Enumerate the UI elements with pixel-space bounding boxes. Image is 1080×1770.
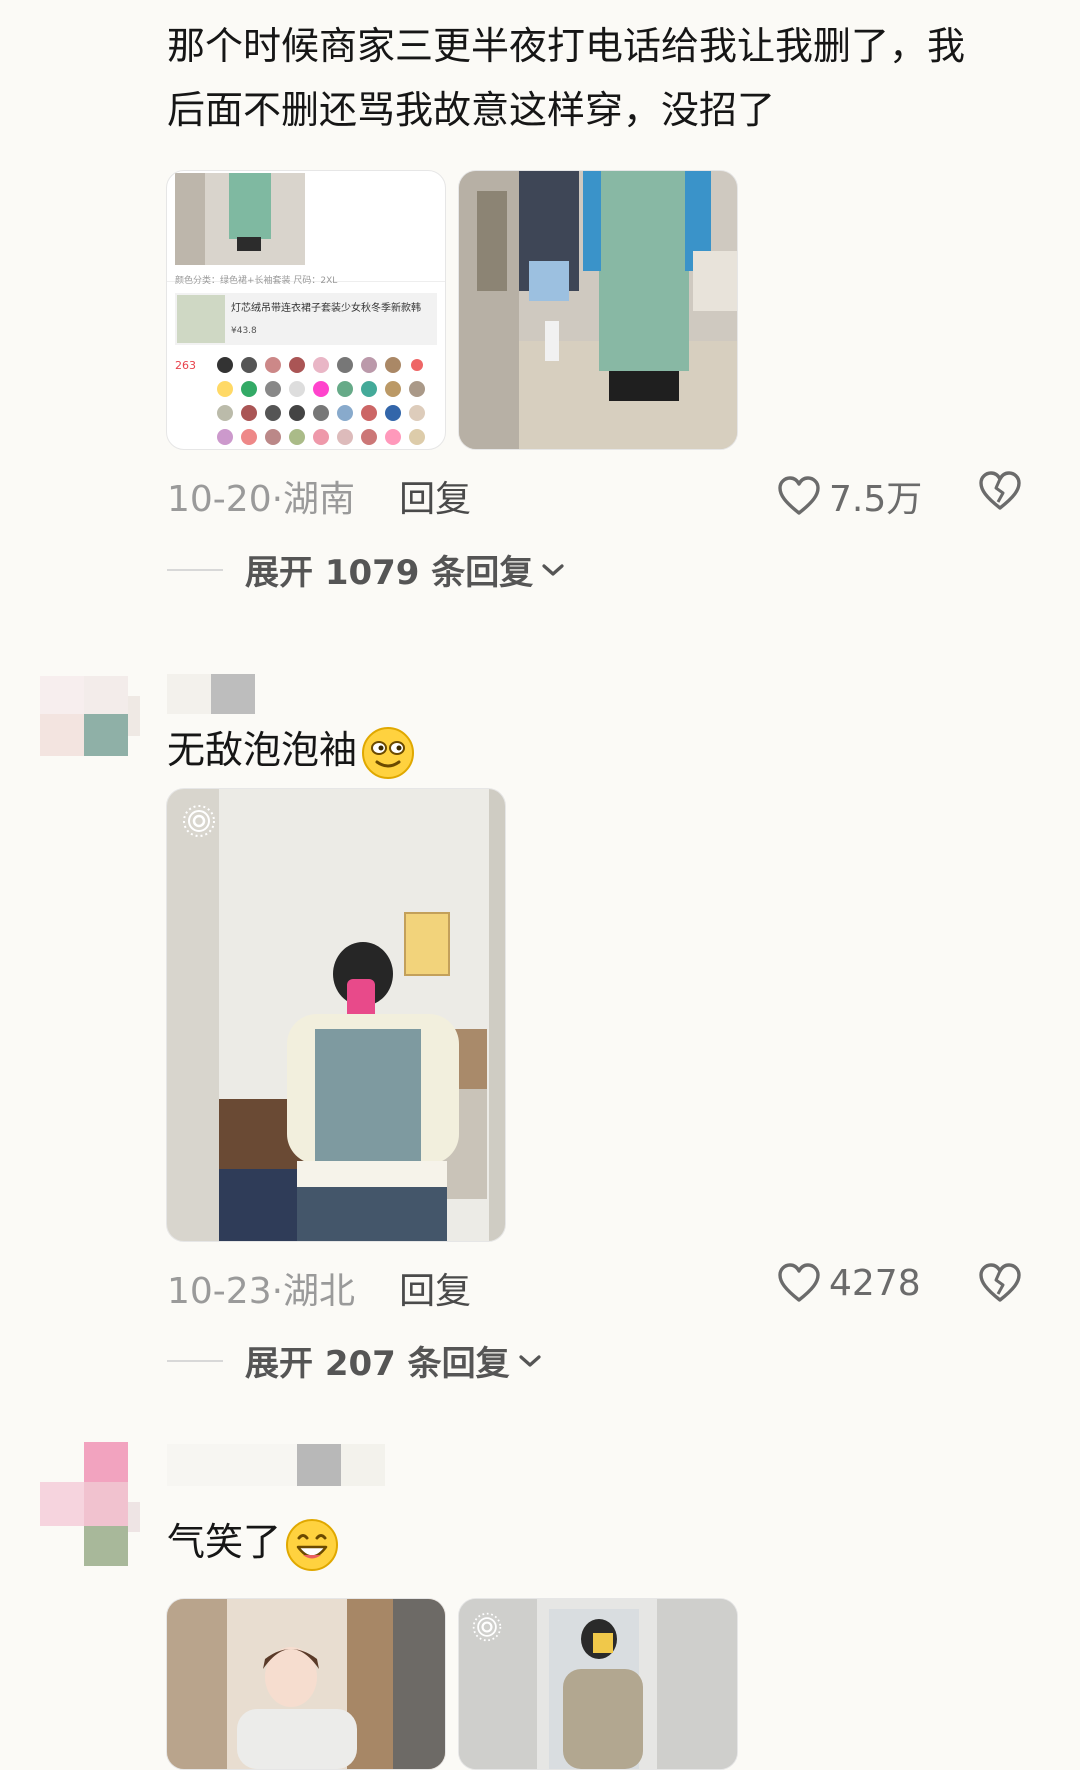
screenshot-product-title: 灯芯绒吊带连衣裙子套装少女秋冬季新款韩 <box>231 301 421 314</box>
comment-image-shop-screenshot[interactable]: 颜色分类：绿色裙+长袖套装 尺码：2XL 灯芯绒吊带连衣裙子套装少女秋冬季新款韩… <box>166 170 446 450</box>
divider-line <box>167 1359 223 1362</box>
smirk-emoji-icon <box>362 726 415 779</box>
date-location: 10-20·湖南 <box>167 479 356 520</box>
comment-text-content: 气笑了 <box>167 1520 282 1564</box>
like-button[interactable]: 4278 <box>777 1262 921 1304</box>
heart-icon <box>778 1263 820 1302</box>
like-count: 7.5万 <box>829 479 923 520</box>
screenshot-likes: 263 <box>175 359 196 372</box>
broken-heart-icon[interactable] <box>978 1262 1022 1304</box>
comment-image-photo[interactable] <box>458 170 738 450</box>
username[interactable] <box>167 674 257 714</box>
comment-image-photo[interactable] <box>458 1598 738 1770</box>
avatar[interactable] <box>40 1442 140 1568</box>
screenshot-spec-text: 颜色分类：绿色裙+长袖套装 尺码：2XL <box>175 274 337 286</box>
photo-green-dress <box>459 171 737 449</box>
like-button[interactable]: 7.5万 <box>777 470 922 522</box>
photo-girl-puffer <box>167 1599 445 1769</box>
comment-text: 无敌泡泡袖 <box>167 718 415 782</box>
heart-icon <box>778 476 820 515</box>
comment-text: 气笑了 <box>167 1510 339 1574</box>
expand-replies-label: 展开 207 条回复 <box>245 1344 510 1384</box>
username[interactable] <box>167 1444 387 1486</box>
photo-mirror-selfie <box>167 789 505 1241</box>
expand-replies-button[interactable]: 展开 1079 条回复 <box>167 545 565 594</box>
divider-line <box>167 568 223 571</box>
comment-image-photo[interactable] <box>166 788 506 1242</box>
date-location: 10-23·湖北 <box>167 1271 356 1312</box>
shop-screenshot-illustration: 颜色分类：绿色裙+长袖套装 尺码：2XL 灯芯绒吊带连衣裙子套装少女秋冬季新款韩… <box>167 173 445 445</box>
live-photo-icon <box>183 805 215 837</box>
comment-text-content: 无敌泡泡袖 <box>167 728 358 772</box>
broken-heart-icon[interactable] <box>978 470 1022 512</box>
comment-meta: 10-23·湖北 回复 <box>167 1262 471 1314</box>
avatar[interactable] <box>40 676 140 762</box>
comment-meta: 10-20·湖南 回复 <box>167 470 471 522</box>
screenshot-price: ¥43.8 <box>231 326 257 336</box>
avatar-grid <box>217 357 425 445</box>
grin-emoji-icon <box>286 1518 339 1571</box>
comment-text-line: 那个时候商家三更半夜打电话给我让我删了，我 <box>167 24 966 68</box>
chevron-down-icon <box>519 1354 541 1367</box>
comment-image-photo[interactable] <box>166 1598 446 1770</box>
reply-button[interactable]: 回复 <box>399 479 471 520</box>
reply-button[interactable]: 回复 <box>399 1271 471 1312</box>
expand-replies-button[interactable]: 展开 207 条回复 <box>167 1336 542 1385</box>
like-count: 4278 <box>829 1262 921 1304</box>
chevron-down-icon <box>542 563 564 576</box>
expand-replies-label: 展开 1079 条回复 <box>245 553 534 593</box>
live-photo-icon <box>472 1612 502 1642</box>
comment-text-line: 后面不删还骂我故意这样穿，没招了 <box>167 88 776 132</box>
